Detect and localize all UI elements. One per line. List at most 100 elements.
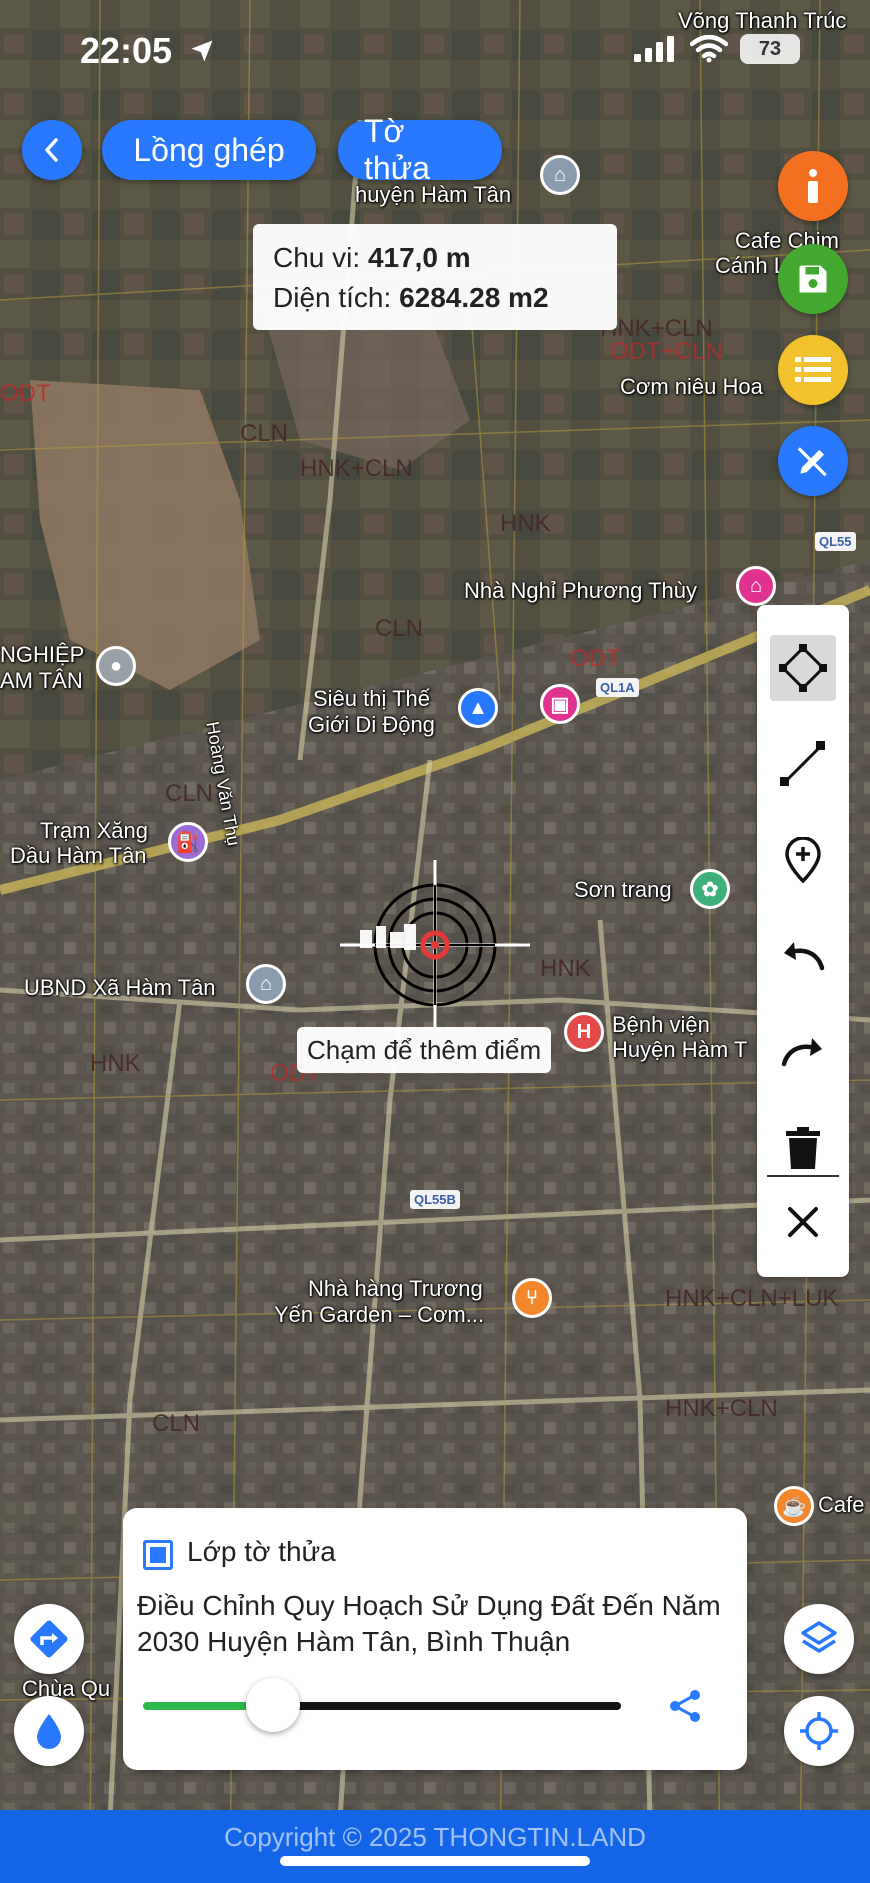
line-icon (780, 741, 825, 786)
zone-label: HNK (90, 1050, 141, 1077)
share-button[interactable] (663, 1684, 707, 1728)
cellular-signal-icon (634, 36, 674, 62)
zone-label: HNK+CLN (300, 455, 413, 482)
undo-button[interactable] (770, 923, 836, 989)
redo-button[interactable] (770, 1019, 836, 1085)
zone-label: CLN (152, 1410, 201, 1437)
crosshair-icon (340, 860, 530, 1030)
hotel-pin-icon[interactable]: ⌂ (736, 566, 776, 606)
area-value: 6284.28 m2 (399, 282, 549, 313)
locate-button[interactable] (784, 1696, 854, 1766)
save-icon (799, 265, 827, 293)
opacity-slider-track[interactable] (253, 1702, 621, 1710)
poi-label: Siêu thị Thế (313, 686, 431, 711)
info-button[interactable] (778, 151, 848, 221)
landmark-pin-icon[interactable]: ⌂ (540, 155, 580, 195)
home-indicator[interactable] (280, 1856, 590, 1866)
drawing-tool-panel (757, 605, 849, 1277)
tap-to-add-point-hint: Chạm để thêm điểm (297, 1027, 552, 1073)
poi-label: Trạm Xăng (40, 818, 149, 843)
park-pin-icon[interactable]: ✿ (690, 869, 730, 909)
road-badge: QL55 (815, 532, 856, 551)
layer-title: Lớp tờ thửa (187, 1536, 336, 1567)
close-tool-button[interactable] (770, 1189, 836, 1255)
status-bar: 22:05 73 (0, 0, 870, 100)
poi-label: Sơn trang (574, 877, 672, 902)
water-drop-icon (37, 1714, 61, 1749)
poi-label: Yến Garden – Cơm... (274, 1302, 485, 1327)
zone-label: ODT+CLN (610, 338, 723, 365)
polygon-icon (779, 644, 827, 692)
water-button[interactable] (14, 1696, 84, 1766)
directions-icon (30, 1620, 68, 1658)
cafe-pin-icon[interactable]: ☕ (774, 1486, 814, 1526)
redo-icon (781, 1038, 822, 1067)
crosshair-target (340, 860, 530, 1030)
tool-divider (767, 1175, 839, 1177)
perimeter-row: Chu vi: 417,0 m (273, 238, 597, 278)
checkbox-checked-mark (150, 1547, 166, 1563)
line-tool-button[interactable] (770, 731, 836, 797)
polygon-tool-button[interactable] (770, 635, 836, 701)
status-indicators: 73 (634, 34, 800, 64)
zone-label: CLN (165, 780, 214, 807)
add-point-icon (785, 837, 821, 883)
save-button[interactable] (778, 244, 848, 314)
directions-button[interactable] (14, 1604, 84, 1674)
poi-label: Giới Di Động (308, 712, 435, 737)
gas-station-pin-icon[interactable]: ⛽ (168, 822, 208, 862)
poi-label: Bệnh viện (612, 1012, 710, 1037)
list-button[interactable] (778, 335, 848, 405)
battery-indicator: 73 (740, 34, 800, 64)
opacity-slider-fill (143, 1702, 253, 1710)
copyright-footer: Copyright © 2025 THONGTIN.LAND (0, 1810, 870, 1883)
government-pin-icon[interactable]: ⌂ (246, 964, 286, 1004)
zone-label: HNK+CLN+LUK (665, 1285, 839, 1312)
back-button[interactable] (22, 120, 82, 180)
zone-label: HNK+CLN (665, 1395, 778, 1422)
trash-icon (786, 1127, 820, 1169)
perimeter-label: Chu vi: (273, 242, 361, 273)
wifi-icon (690, 35, 728, 63)
edit-draw-icon (797, 447, 827, 477)
overlay-button[interactable]: Lồng ghép (102, 120, 316, 180)
location-arrow-icon (191, 40, 213, 62)
place-pin-icon[interactable]: ● (96, 646, 136, 686)
poi-label: Dầu Hàm Tân (10, 843, 147, 868)
zone-label: CLN (240, 420, 289, 447)
layers-button[interactable] (784, 1604, 854, 1674)
share-icon (670, 1690, 700, 1722)
poi-label: Nhà hàng Trương (308, 1276, 483, 1301)
zone-label: CLN (375, 615, 424, 642)
shop-pin-icon[interactable]: ▣ (540, 684, 580, 724)
zone-label: ODT (0, 380, 51, 407)
measurement-box: Chu vi: 417,0 m Diện tích: 6284.28 m2 (253, 224, 617, 330)
poi-label: Cafe (818, 1492, 865, 1517)
road-badge: QL1A (596, 678, 639, 697)
poi-label: UBND Xã Hàm Tân (24, 975, 216, 1000)
restaurant-pin-icon[interactable]: ⑂ (512, 1278, 552, 1318)
locate-icon (800, 1712, 838, 1750)
zone-label: HNK (500, 510, 551, 537)
perimeter-value: 417,0 m (367, 242, 471, 273)
parcel-button[interactable]: Tờ thửa (338, 113, 502, 186)
edit-draw-button[interactable] (778, 426, 848, 496)
poi-label: Nhà Nghỉ Phương Thùy (464, 578, 697, 603)
delete-button[interactable] (770, 1115, 836, 1181)
add-point-tool-button[interactable] (770, 827, 836, 893)
zone-label: ODT (570, 645, 621, 672)
layers-icon (801, 1621, 837, 1653)
store-pin-icon[interactable]: ▲ (458, 688, 498, 728)
poi-label: Huyện Hàm T (612, 1037, 748, 1062)
area-row: Diện tích: 6284.28 m2 (273, 278, 597, 318)
hospital-pin-icon[interactable]: H (564, 1012, 604, 1052)
list-icon (795, 357, 831, 382)
opacity-slider-thumb[interactable] (246, 1678, 300, 1732)
info-icon (808, 169, 818, 203)
road-badge: QL55B (410, 1190, 460, 1209)
poi-label: NGHIỆP (0, 642, 85, 667)
status-time-text: 22:05 (80, 30, 173, 71)
status-time: 22:05 (80, 30, 216, 72)
area-label: Diện tích: (273, 282, 392, 313)
layer-checkbox[interactable] (143, 1540, 173, 1570)
